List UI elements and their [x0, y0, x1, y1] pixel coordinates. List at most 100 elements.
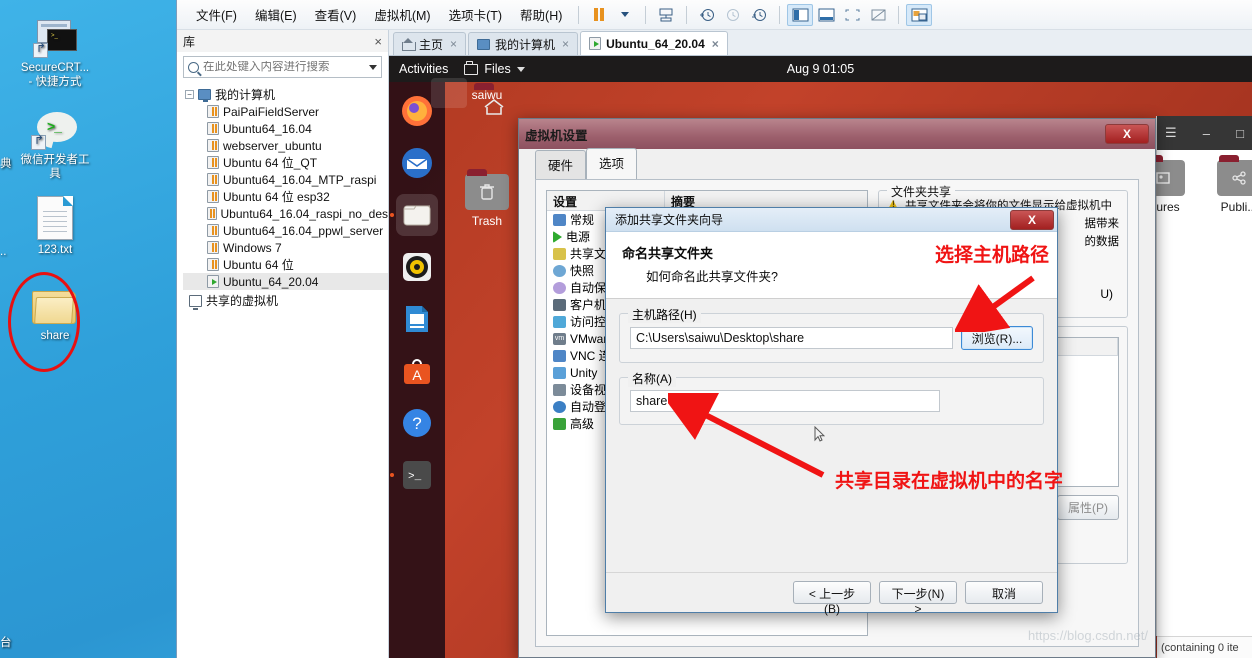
files-icon[interactable] — [390, 194, 438, 236]
hamburger-icon[interactable]: ☰ — [1165, 125, 1177, 141]
tree-item-shared-vms[interactable]: 共享的虚拟机 — [183, 292, 388, 310]
gnome-top-bar: Activities Files Aug 9 01:05 — [389, 56, 1252, 82]
menu-edit[interactable]: 编辑(E) — [246, 1, 306, 28]
keyboard-icon[interactable] — [653, 4, 679, 26]
desktop-icon-sublabel: 具 — [49, 168, 61, 180]
close-icon[interactable]: × — [712, 37, 719, 51]
clock[interactable]: Aug 9 01:05 — [787, 62, 854, 76]
tab-ubuntu-64-20-04[interactable]: Ubuntu_64_20.04 × — [580, 31, 728, 55]
annotation-select-host-path: 选择主机路径 — [935, 244, 1050, 266]
console-view-icon[interactable] — [906, 3, 933, 26]
help-icon[interactable]: ? — [396, 402, 438, 444]
vm-icon — [207, 156, 219, 169]
toolbar-separator — [645, 5, 647, 24]
thumbnail-bar-icon[interactable] — [813, 4, 839, 26]
clock-manage-icon[interactable] — [746, 4, 772, 26]
tree-item-vm[interactable]: Ubuntu 64 位 — [183, 256, 388, 273]
vm-icon — [207, 258, 219, 271]
vm-icon — [207, 139, 219, 152]
maximize-icon[interactable]: □ — [1236, 126, 1244, 141]
host-path-label: 主机路径(H) — [628, 306, 701, 323]
properties-button[interactable]: 属性(P) — [1057, 495, 1119, 520]
vm-icon — [207, 122, 219, 135]
warning-line3-right: 的数据 — [1084, 236, 1120, 248]
trash-icon — [465, 169, 509, 210]
tree-root-my-computer[interactable]: − 我的计算机 — [183, 86, 388, 103]
desktop-partial-label-dian: 典 — [0, 158, 12, 170]
menu-vm[interactable]: 虚拟机(M) — [365, 1, 439, 28]
search-icon — [188, 61, 199, 73]
tree-item-vm[interactable]: Ubuntu64_16.04 — [183, 120, 388, 137]
document-icon[interactable] — [396, 298, 438, 340]
music-icon[interactable] — [396, 246, 438, 288]
close-button[interactable]: X — [1010, 209, 1054, 230]
selection-highlight — [431, 78, 467, 108]
menu-tabs[interactable]: 选项卡(T) — [440, 1, 511, 28]
terminal-icon[interactable]: >_ — [390, 454, 438, 496]
back-button[interactable]: < 上一步(B) — [793, 581, 871, 616]
close-icon[interactable]: × — [374, 34, 382, 49]
clock-back-icon[interactable] — [720, 4, 746, 26]
menu-help[interactable]: 帮助(H) — [511, 1, 571, 28]
library-title: 库 — [183, 34, 196, 49]
collapse-icon[interactable]: − — [185, 90, 194, 99]
advanced-icon — [553, 417, 566, 430]
wizard-title: 添加共享文件夹向导 — [615, 213, 724, 227]
tree-item-vm[interactable]: Ubuntu 64 位_QT — [183, 154, 388, 171]
tab-my-computer[interactable]: 我的计算机 × — [468, 32, 579, 55]
tree-item-vm[interactable]: Ubuntu64_16.04_ppwl_server — [183, 222, 388, 239]
tree-label: Ubuntu64_16.04 — [223, 121, 312, 136]
desktop-partial-label-dots: .. — [0, 246, 7, 258]
clock-plus-icon[interactable] — [694, 4, 720, 26]
desktop-icon-securecrt[interactable]: >_ SecureCRT... - 快捷方式 — [0, 20, 110, 89]
software-icon[interactable]: A — [396, 350, 438, 392]
close-icon[interactable]: × — [450, 37, 457, 51]
row-label: 常规 — [570, 213, 595, 227]
library-search-box[interactable] — [183, 56, 382, 78]
shared-folders-icon — [553, 247, 566, 260]
tree-item-vm[interactable]: webserver_ubuntu — [183, 137, 388, 154]
minimize-icon[interactable]: – — [1203, 126, 1210, 141]
wechat-devtools-icon: >_ — [31, 112, 79, 150]
unity-icon[interactable] — [865, 4, 891, 26]
tree-item-vm[interactable]: Ubuntu64_16.04_raspi_no_des — [183, 205, 388, 222]
vm-settings-titlebar[interactable]: 虚拟机设置 X — [519, 119, 1155, 149]
desktop-icon-home-folder[interactable]: saiwu — [431, 78, 525, 115]
option-tail-label: U) — [1100, 287, 1113, 301]
running-dot — [390, 473, 394, 477]
tree-label: Ubuntu64_16.04_ppwl_server — [223, 223, 384, 238]
desktop-icon-sublabel: - 快捷方式 — [28, 76, 82, 88]
wizard-titlebar[interactable]: 添加共享文件夹向导 X — [606, 208, 1057, 232]
desktop-icon-123-txt[interactable]: 123.txt — [0, 196, 110, 257]
tree-item-vm[interactable]: Ubuntu 64 位 esp32 — [183, 188, 388, 205]
shared-vms-icon — [189, 294, 202, 310]
vm-icon — [207, 105, 219, 118]
menu-view[interactable]: 查看(V) — [306, 1, 366, 28]
desktop-icon-trash[interactable]: Trash — [449, 169, 525, 228]
search-input[interactable] — [203, 61, 365, 73]
desktop-icon-wechat-devtools[interactable]: >_ 微信开发者工 具 — [0, 112, 110, 181]
app-menu-files[interactable]: Files — [464, 61, 525, 76]
menu-file[interactable]: 文件(F) — [187, 1, 246, 28]
host-path-input[interactable] — [630, 327, 953, 349]
mail-icon[interactable] — [396, 142, 438, 184]
sidebar-panel-icon[interactable] — [787, 3, 814, 26]
tab-options[interactable]: 选项 — [586, 148, 638, 179]
caret-down-icon[interactable] — [612, 4, 638, 26]
tree-label: webserver_ubuntu — [223, 138, 322, 153]
tree-item-vm[interactable]: Ubuntu64_16.04_MTP_raspi — [183, 171, 388, 188]
tree-item-vm[interactable]: PaiPaiFieldServer — [183, 103, 388, 120]
close-button[interactable]: X — [1105, 124, 1149, 144]
tree-item-vm-running[interactable]: Ubuntu_64_20.04 — [183, 273, 388, 290]
tree-item-vm[interactable]: Windows 7 — [183, 239, 388, 256]
cancel-button[interactable]: 取消 — [965, 581, 1043, 604]
tab-hardware[interactable]: 硬件 — [535, 150, 587, 179]
chevron-down-icon[interactable] — [369, 64, 377, 70]
nautilus-item-public[interactable]: Publi... — [1201, 155, 1252, 214]
pause-icon[interactable] — [586, 4, 612, 26]
next-button[interactable]: 下一步(N) > — [879, 581, 957, 616]
tab-home[interactable]: 主页 × — [393, 32, 467, 55]
fullscreen-icon[interactable] — [839, 4, 865, 26]
close-icon[interactable]: × — [562, 37, 569, 51]
activities-button[interactable]: Activities — [399, 62, 448, 76]
